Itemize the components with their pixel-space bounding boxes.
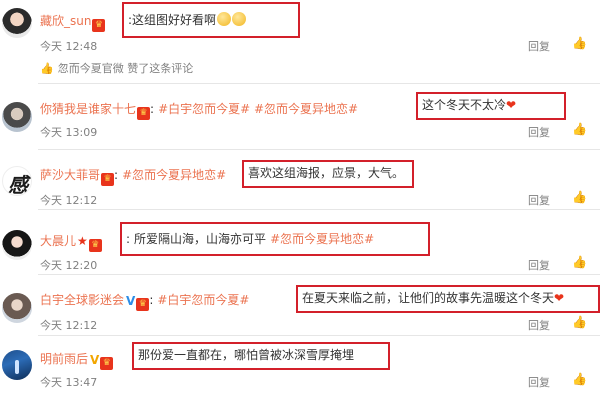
thumbs-up-icon[interactable]: 👍 xyxy=(572,190,587,204)
red-heart-emoji-icon: ❤ xyxy=(506,98,517,112)
comment-text: 喜欢这组海报，应景，大气。 xyxy=(248,166,405,180)
member-badge-icon: ♛ xyxy=(88,239,102,252)
username[interactable]: 你猜我是谁家十七 xyxy=(40,102,136,116)
username[interactable]: 白宇全球影迷会 xyxy=(40,293,124,307)
thumbs-up-icon[interactable]: 👍 xyxy=(572,315,587,329)
timestamp: 今天 12:12 xyxy=(40,194,98,207)
username[interactable]: 大晨儿 xyxy=(40,234,76,248)
comment-text: 那份爱一直都在，哪怕曾被冰深雪厚掩埋 xyxy=(138,348,355,362)
thumbs-up-icon: 👍 xyxy=(40,62,54,75)
comment-item: 藏欣_sun ♛ :这组图好好看啊 今天 12:48 回复 👍 👍 忽而今夏官微 赞… xyxy=(0,0,600,84)
avatar[interactable] xyxy=(2,230,32,260)
member-badge-icon: ♛ xyxy=(101,173,115,186)
comment-item: 你猜我是谁家十七 ♛: #白宇忽而今夏# #忽而今夏异地恋# 这个冬天不太冷❤ 今天… xyxy=(0,84,600,150)
timestamp: 今天 13:09 xyxy=(40,126,98,139)
thumbs-up-icon[interactable]: 👍 xyxy=(572,36,587,50)
topic-tags[interactable]: #白宇忽而今夏# xyxy=(157,293,249,307)
thumbs-up-icon[interactable]: 👍 xyxy=(572,255,587,269)
comment-text: 在夏天来临之前，让他们的故事先温暖这个冬天 xyxy=(302,291,555,305)
comment-text-highlight: 在夏天来临之前，让他们的故事先温暖这个冬天❤ xyxy=(296,285,600,313)
clap-emoji-icon xyxy=(232,12,247,26)
username[interactable]: 藏欣_sun xyxy=(40,14,91,28)
liked-by-note: 忽而今夏官微 赞了这条评论 xyxy=(57,62,194,75)
thumbs-up-icon[interactable]: 👍 xyxy=(572,372,587,386)
avatar[interactable] xyxy=(2,293,32,323)
reply-button[interactable]: 回复 xyxy=(528,374,550,390)
comment-item: 大晨儿★ ♛ : 所爱隔山海，山海亦可平 #忽而今夏异地恋# 今天 12:20 回复 … xyxy=(0,210,600,275)
username[interactable]: 萨沙大菲哥 xyxy=(40,168,100,182)
clap-emoji-icon xyxy=(217,12,232,26)
reply-button[interactable]: 回复 xyxy=(528,124,550,140)
gold-v-verified-icon: V xyxy=(90,353,100,367)
reply-button[interactable]: 回复 xyxy=(528,38,550,54)
member-badge-icon: ♛ xyxy=(92,19,106,32)
reply-button[interactable]: 回复 xyxy=(528,257,550,273)
comment-item: 明前雨后 V ♛ 那份爱一直都在，哪怕曾被冰深雪厚掩埋 今天 13:47 回复 👍 xyxy=(0,336,600,400)
comment-item: 感 萨沙大菲哥 ♛: #忽而今夏异地恋# 喜欢这组海报，应景，大气。 今天 12:1… xyxy=(0,150,600,210)
comment-text: 所爱隔山海，山海亦可平 xyxy=(134,232,267,246)
reply-button[interactable]: 回复 xyxy=(528,192,550,208)
topic-tags[interactable]: #忽而今夏异地恋# xyxy=(122,168,226,182)
avatar[interactable] xyxy=(2,350,32,380)
username[interactable]: 明前雨后 xyxy=(40,352,88,366)
comment-text-highlight: 这个冬天不太冷❤ xyxy=(416,92,566,120)
member-badge-icon: ♛ xyxy=(136,298,150,311)
comment-text-highlight: :这组图好好看啊 xyxy=(122,2,300,38)
comment-item: 白宇全球影迷会 V ♛: #白宇忽而今夏# 在夏天来临之前，让他们的故事先温暖这个冬天… xyxy=(0,275,600,336)
topic-tags[interactable]: #白宇忽而今夏# #忽而今夏异地恋# xyxy=(158,102,358,116)
red-star-icon: ★ xyxy=(77,234,88,248)
blue-v-verified-icon: V xyxy=(126,294,136,308)
timestamp: 今天 12:48 xyxy=(40,40,98,53)
reply-button[interactable]: 回复 xyxy=(528,317,550,333)
timestamp: 今天 12:20 xyxy=(40,259,98,272)
comment-text: 这组图好好看啊 xyxy=(132,13,217,27)
avatar[interactable] xyxy=(2,8,32,38)
comment-text-highlight: 那份爱一直都在，哪怕曾被冰深雪厚掩埋 xyxy=(132,342,390,370)
timestamp: 今天 13:47 xyxy=(40,376,98,389)
comment-text-highlight: 喜欢这组海报，应景，大气。 xyxy=(242,160,414,188)
comment-text-highlight: : 所爱隔山海，山海亦可平 #忽而今夏异地恋# xyxy=(120,222,430,256)
comment-text: 这个冬天不太冷 xyxy=(422,98,507,112)
red-heart-emoji-icon: ❤ xyxy=(554,291,565,305)
member-badge-icon: ♛ xyxy=(100,357,114,370)
thumbs-up-icon[interactable]: 👍 xyxy=(572,122,587,136)
timestamp: 今天 12:12 xyxy=(40,319,98,332)
member-badge-icon: ♛ xyxy=(137,107,151,120)
avatar[interactable] xyxy=(2,102,32,132)
topic-tags[interactable]: #忽而今夏异地恋# xyxy=(270,232,374,246)
avatar[interactable]: 感 xyxy=(2,166,32,196)
